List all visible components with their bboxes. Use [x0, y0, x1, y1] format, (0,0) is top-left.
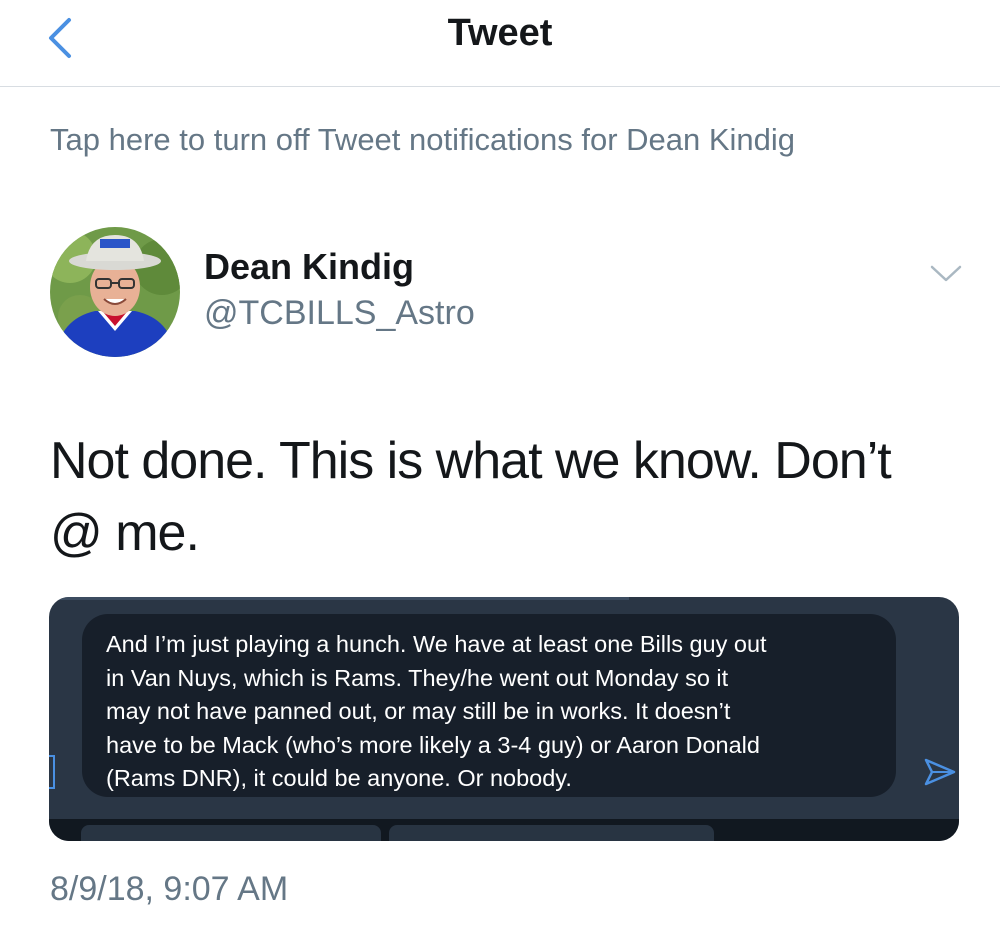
author-handle: @TCBILLS_Astro — [204, 294, 475, 332]
navigation-bar: Tweet — [0, 0, 1000, 87]
author-display-name[interactable]: Dean Kindig — [204, 246, 414, 288]
avatar[interactable] — [50, 227, 180, 357]
media-tab-left — [81, 825, 381, 841]
page-title: Tweet — [447, 12, 553, 54]
chevron-down-icon — [930, 265, 962, 282]
send-icon — [924, 758, 956, 786]
tweet-options-button[interactable] — [918, 246, 974, 302]
message-bubble: And I’m just playing a hunch. We have at… — [82, 614, 896, 797]
media-tab-right — [389, 825, 714, 841]
media-top-divider — [49, 597, 629, 600]
message-text: And I’m just playing a hunch. We have at… — [106, 631, 767, 791]
text-cursor-edge — [49, 755, 55, 789]
tweet-timestamp: 8/9/18, 9:07 AM — [50, 870, 289, 908]
tweet-media-screenshot[interactable]: And I’m just playing a hunch. We have at… — [49, 597, 959, 841]
notification-toggle-banner[interactable]: Tap here to turn off Tweet notifications… — [50, 122, 795, 158]
avatar-image — [50, 227, 180, 357]
tweet-text: Not done. This is what we know. Don’t @ … — [50, 432, 892, 562]
